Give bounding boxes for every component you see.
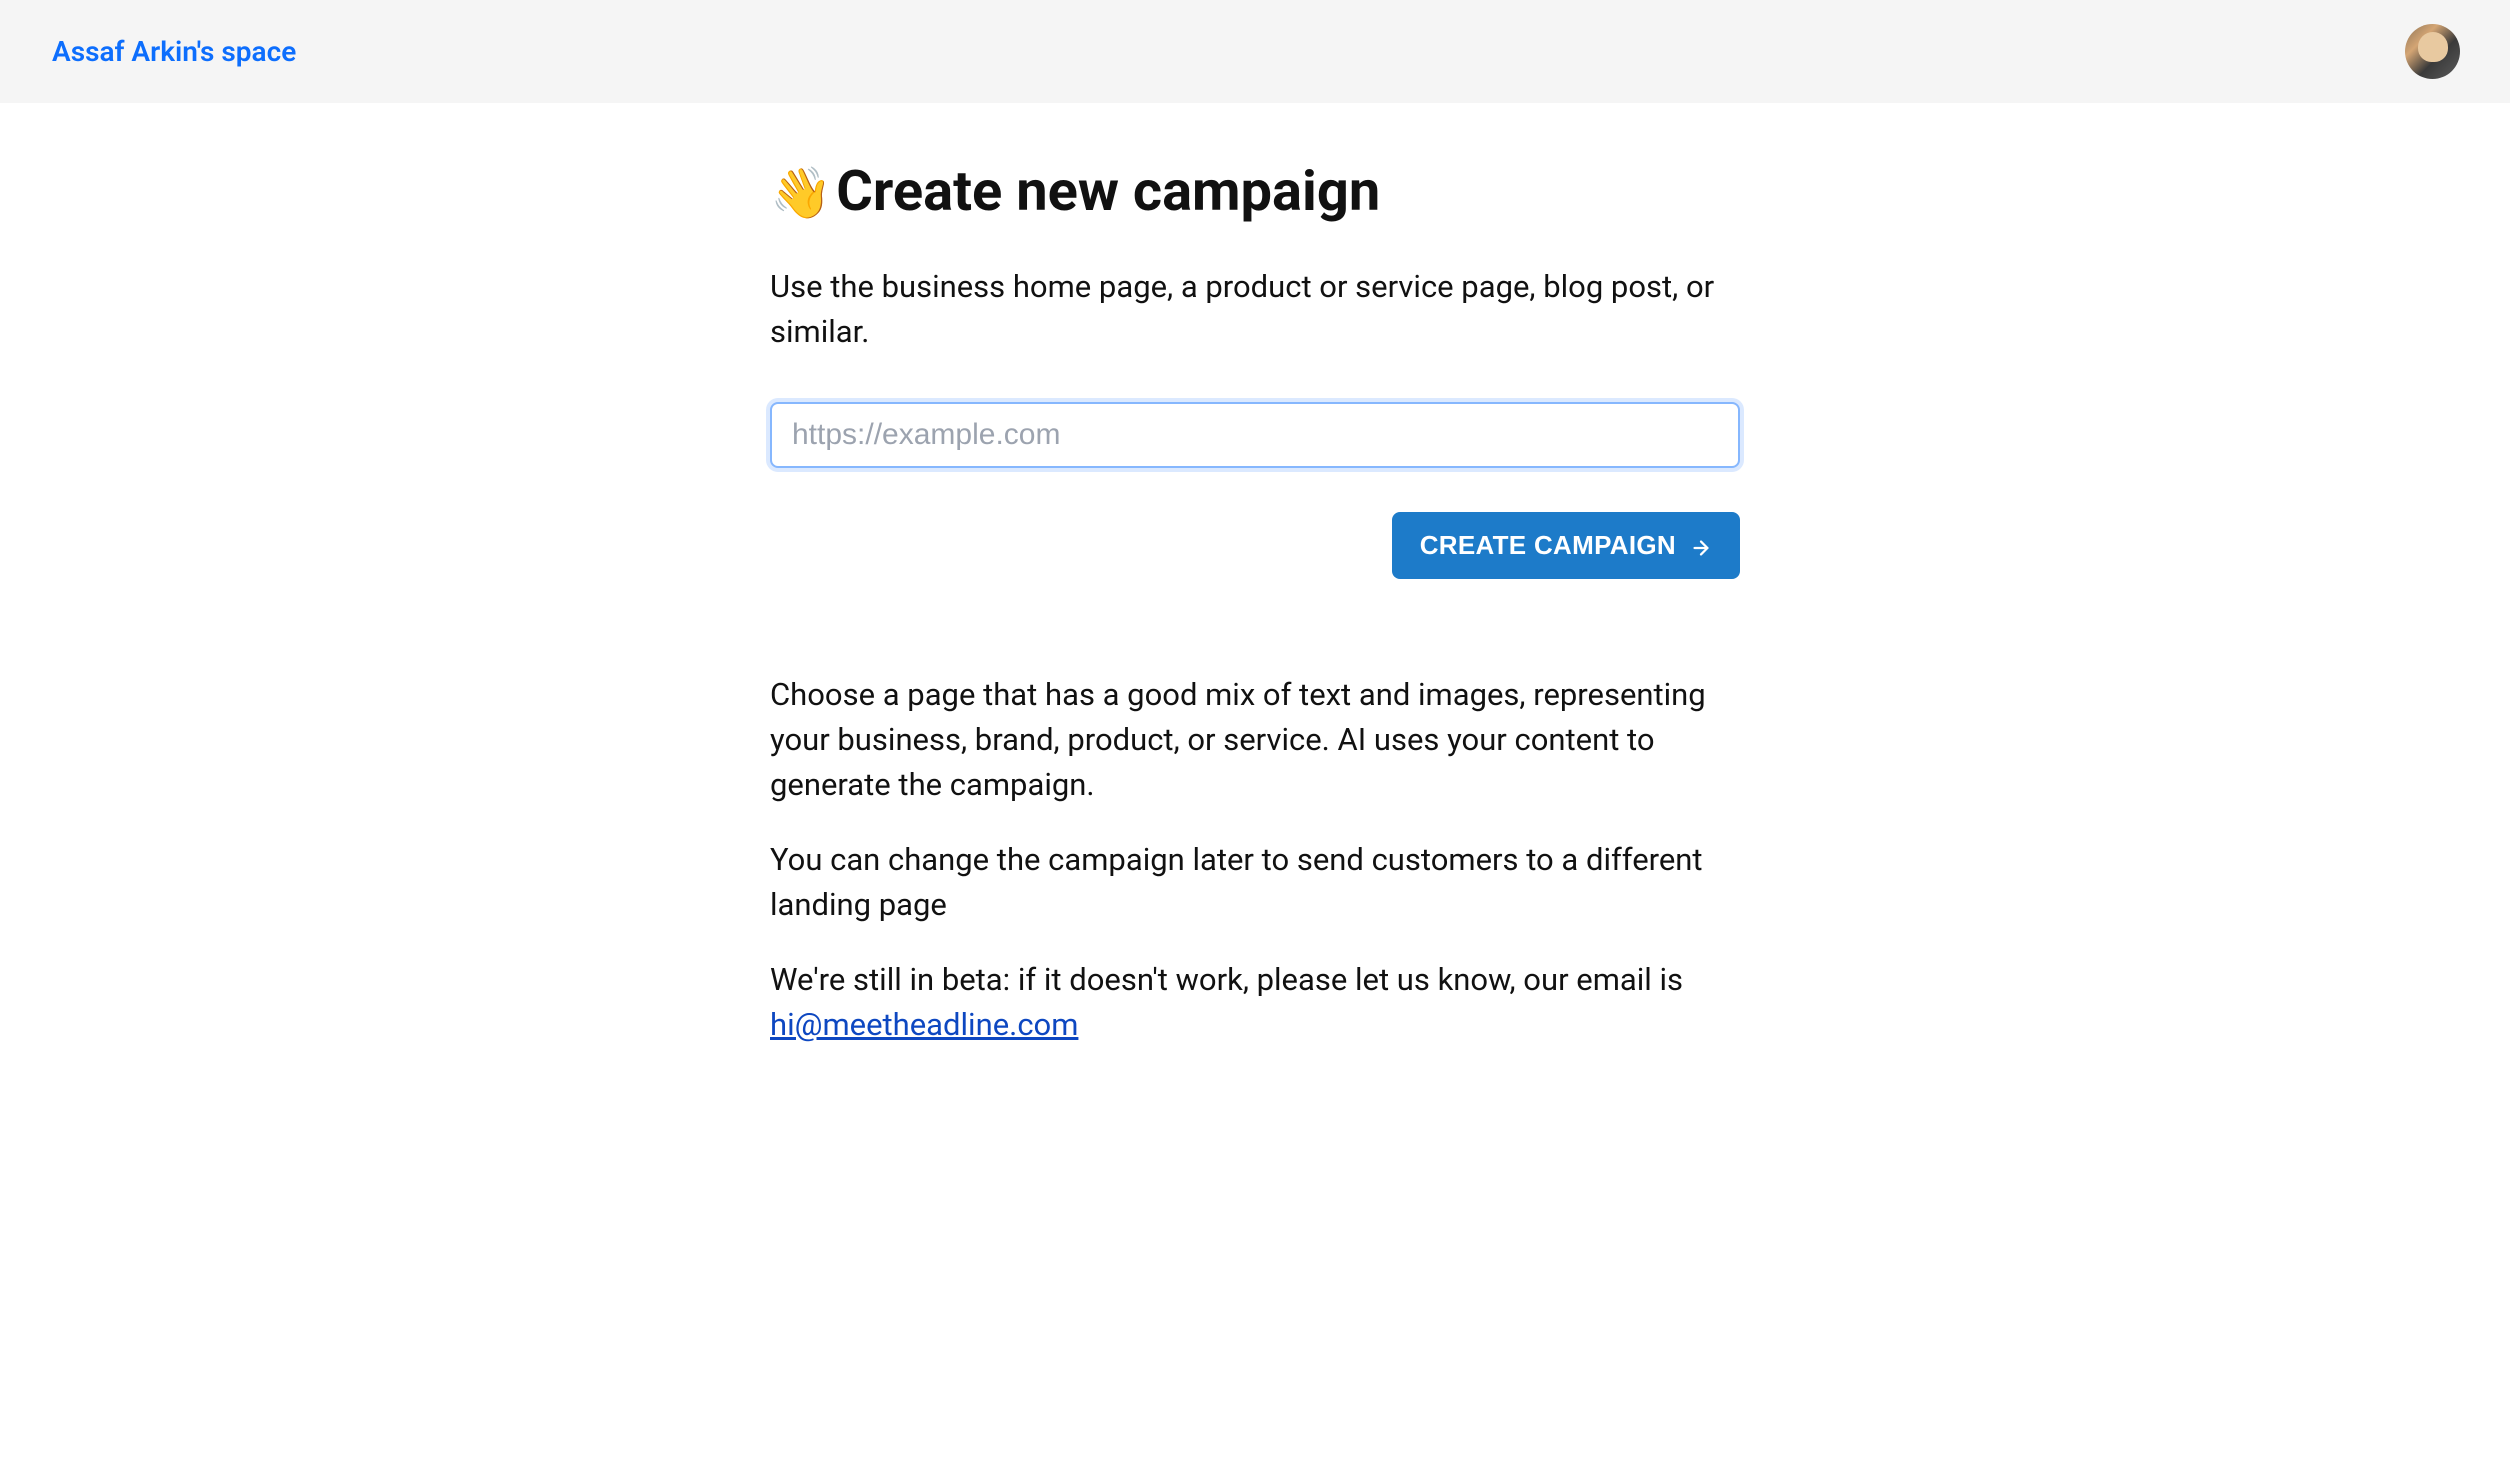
wave-emoji-icon: 👋 xyxy=(770,165,832,223)
create-campaign-button[interactable]: CREATE CAMPAIGN xyxy=(1392,512,1740,579)
help-text: Choose a page that has a good mix of tex… xyxy=(770,673,1740,1048)
help-paragraph-1: Choose a page that has a good mix of tex… xyxy=(770,673,1740,808)
help-paragraph-2: You can change the campaign later to sen… xyxy=(770,838,1740,928)
page-title: 👋Create new campaign xyxy=(770,161,1740,223)
workspace-name-link[interactable]: Assaf Arkin's space xyxy=(52,35,296,68)
subtitle-text: Use the business home page, a product or… xyxy=(770,265,1740,355)
create-button-label: CREATE CAMPAIGN xyxy=(1420,530,1676,561)
app-header: Assaf Arkin's space xyxy=(0,0,2510,103)
help-paragraph-3: We're still in beta: if it doesn't work,… xyxy=(770,958,1740,1048)
help-p3-prefix: We're still in beta: if it doesn't work,… xyxy=(770,961,1683,998)
page-title-text: Create new campaign xyxy=(836,158,1380,224)
avatar[interactable] xyxy=(2405,24,2460,79)
arrow-right-icon xyxy=(1690,535,1712,557)
button-row: CREATE CAMPAIGN xyxy=(770,512,1740,579)
support-email-link[interactable]: hi@meetheadline.com xyxy=(770,1006,1078,1043)
main-content: 👋Create new campaign Use the business ho… xyxy=(770,103,1740,1048)
url-input[interactable] xyxy=(770,402,1740,468)
